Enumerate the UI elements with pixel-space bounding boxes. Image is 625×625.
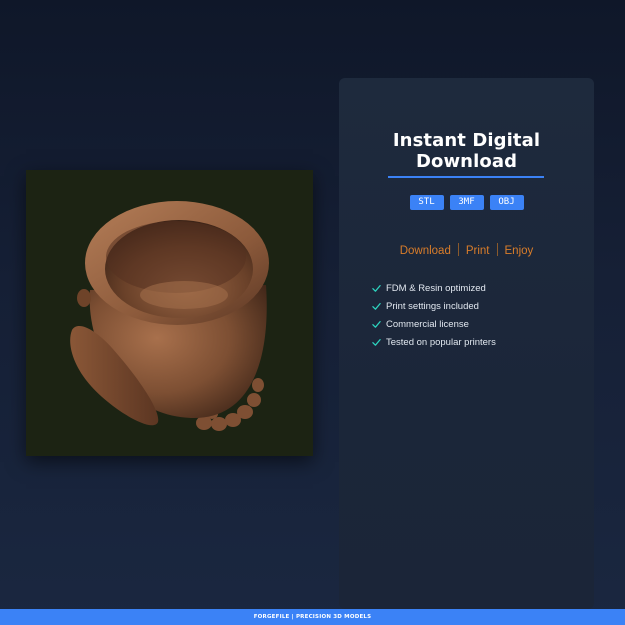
footer-bar: FORGEFILE | PRECISION 3D MODELS (0, 609, 625, 625)
product-image (26, 170, 313, 456)
check-icon (372, 284, 381, 292)
tagline-divider (457, 243, 459, 256)
tagline-enjoy: Enjoy (504, 245, 534, 257)
check-icon (372, 302, 381, 310)
tagline-divider (496, 243, 498, 256)
format-tag-3mf[interactable]: 3MF (449, 195, 484, 210)
feature-item: FDM & Resin optimized (372, 279, 496, 297)
feature-label: Tested on popular printers (386, 336, 496, 348)
tagline-download: Download (399, 245, 451, 257)
format-tags: STL 3MF OBJ (339, 195, 594, 210)
format-tag-stl[interactable]: STL (409, 195, 444, 210)
title-line-2: Download (415, 151, 518, 172)
panel-title: Instant Digital Download (339, 130, 594, 172)
tagline-print: Print (465, 245, 490, 257)
title-line-1: Instant Digital (392, 130, 541, 151)
feature-label: Commercial license (386, 318, 469, 330)
check-icon (372, 320, 381, 328)
feature-label: Print settings included (386, 300, 479, 312)
footer-text: FORGEFILE | PRECISION 3D MODELS (253, 614, 372, 620)
tagline: Download Print Enjoy (339, 243, 594, 259)
title-underline (388, 176, 544, 178)
check-icon (372, 338, 381, 346)
feature-list: FDM & Resin optimized Print settings inc… (372, 279, 496, 351)
feature-item: Print settings included (372, 297, 496, 315)
feature-item: Tested on popular printers (372, 333, 496, 351)
cauldron-render (70, 201, 269, 431)
format-tag-obj[interactable]: OBJ (489, 195, 524, 210)
feature-item: Commercial license (372, 315, 496, 333)
feature-label: FDM & Resin optimized (386, 282, 486, 294)
info-panel: Instant Digital Download STL 3MF OBJ Dow… (339, 78, 594, 609)
